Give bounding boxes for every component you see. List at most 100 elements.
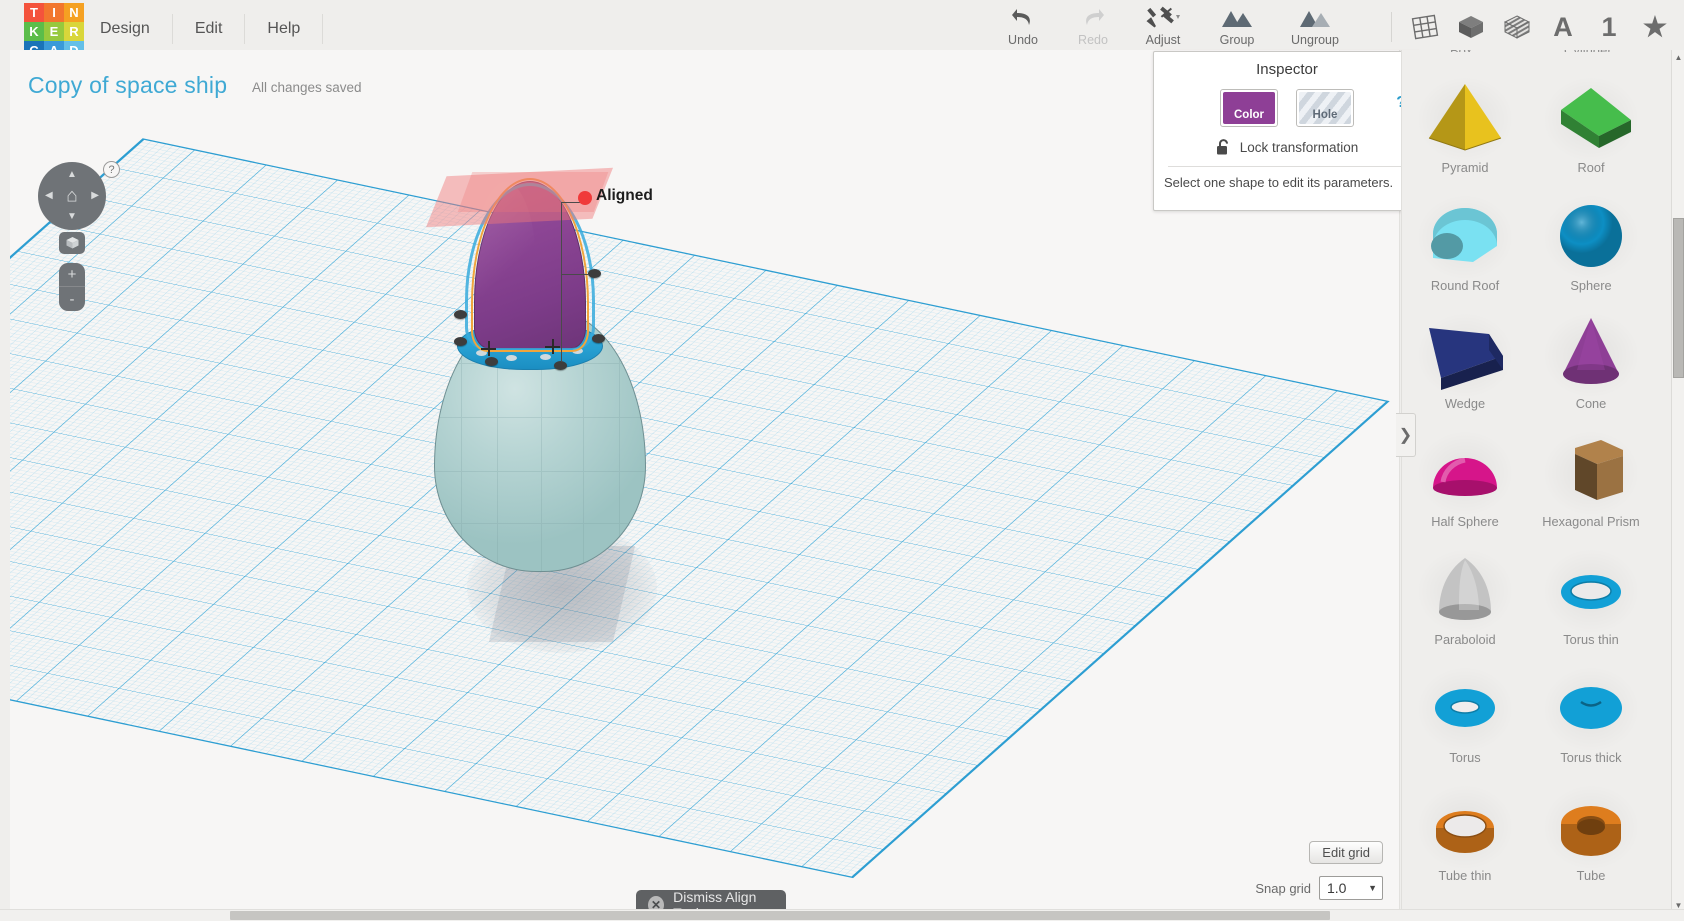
star-icon[interactable]: ★ bbox=[1636, 7, 1674, 47]
inspector-panel: Inspector ? Color Hole Lock transformati… bbox=[1153, 51, 1421, 211]
align-handle[interactable] bbox=[588, 269, 601, 278]
number-one-icon[interactable]: 1 bbox=[1590, 7, 1628, 47]
ungroup-button[interactable]: Ungroup bbox=[1276, 0, 1354, 52]
chevron-down-icon: ▼ bbox=[1368, 883, 1377, 893]
align-handle[interactable] bbox=[454, 337, 467, 346]
nav-arrow-right-icon[interactable]: ▶ bbox=[91, 191, 99, 201]
group-mountains-icon bbox=[1220, 6, 1254, 30]
inspector-title: Inspector bbox=[1256, 61, 1318, 78]
shape-label: Roof bbox=[1577, 160, 1605, 175]
group-label: Group bbox=[1219, 33, 1255, 47]
shape-item-torus[interactable]: Torus bbox=[1402, 654, 1528, 772]
menu-item-edit[interactable]: Edit bbox=[173, 14, 246, 44]
shape-item-tube-thin[interactable]: Tube thin bbox=[1402, 772, 1528, 890]
shape-item-round-roof[interactable]: Round Roof bbox=[1402, 182, 1528, 300]
cut-off-labels-row: Box Cylinder bbox=[1402, 50, 1671, 64]
collapse-panel-button[interactable]: ❯ bbox=[1396, 413, 1416, 457]
shape-item-torus-thin[interactable]: Torus thin bbox=[1528, 536, 1654, 654]
cut-label-cylinder: Cylinder bbox=[1564, 50, 1612, 52]
scrollbar-thumb[interactable] bbox=[1673, 218, 1684, 378]
view-navigation-pad[interactable]: ⌂ ▲ ▼ ◀ ▶ bbox=[38, 162, 106, 230]
number-one-glyph: 1 bbox=[1601, 11, 1617, 42]
logo-tile-i: I bbox=[44, 3, 64, 22]
hole-label: Hole bbox=[1312, 109, 1338, 121]
logo-tile-e: E bbox=[44, 22, 64, 41]
shape-item-torus-thick[interactable]: Torus thick bbox=[1528, 654, 1654, 772]
aligned-marker-label: Aligned bbox=[596, 187, 653, 204]
nav-arrow-left-icon[interactable]: ◀ bbox=[45, 191, 53, 201]
align-handle[interactable] bbox=[554, 361, 567, 370]
shapes-panel-scrollbar[interactable]: ▲ ▼ bbox=[1671, 50, 1684, 912]
redo-label: Redo bbox=[1078, 33, 1108, 47]
shapes-grid: Pyramid Roof Round Roof Sphere Wedge Cone Half… bbox=[1402, 64, 1654, 890]
wedge-icon bbox=[1413, 312, 1517, 396]
sphere-icon bbox=[1539, 194, 1643, 278]
shape-label: Pyramid bbox=[1441, 160, 1489, 175]
redo-button[interactable]: Redo bbox=[1058, 0, 1128, 52]
undo-label: Undo bbox=[1008, 33, 1038, 47]
color-swatch-button[interactable]: Color bbox=[1220, 89, 1278, 127]
snap-grid-control: Snap grid 1.0 ▼ bbox=[1255, 876, 1383, 900]
shape-label: Paraboloid bbox=[1434, 632, 1496, 647]
torusthin-icon bbox=[1539, 548, 1643, 632]
solid-cube-icon[interactable] bbox=[1452, 7, 1490, 47]
menu-item-design[interactable]: Design bbox=[96, 14, 173, 44]
fit-to-view-button[interactable] bbox=[59, 232, 85, 254]
inspector-chips: Color Hole bbox=[1154, 89, 1420, 127]
shape-label: Torus thin bbox=[1563, 632, 1619, 647]
snap-grid-select[interactable]: 1.0 ▼ bbox=[1319, 876, 1383, 900]
home-view-icon[interactable]: ⌂ bbox=[66, 187, 77, 206]
page-title[interactable]: Copy of space ship bbox=[28, 72, 227, 99]
view-toolbar: A 1 ★ bbox=[1385, 2, 1674, 52]
text-a-glyph: A bbox=[1553, 11, 1573, 42]
cut-label-box: Box bbox=[1450, 50, 1472, 52]
toolbar-divider bbox=[1391, 12, 1392, 42]
hole-swatch-button[interactable]: Hole bbox=[1296, 89, 1354, 127]
zoom-in-button[interactable]: + bbox=[59, 263, 85, 287]
nav-arrow-down-icon[interactable]: ▼ bbox=[67, 212, 77, 222]
workplane-grid-icon[interactable] bbox=[1406, 7, 1444, 47]
group-button[interactable]: Group bbox=[1198, 0, 1276, 52]
logo-tile-t: T bbox=[24, 3, 44, 22]
adjust-button[interactable]: Adjust bbox=[1128, 0, 1198, 52]
logo-tile-r: R bbox=[64, 22, 84, 41]
page-horizontal-scrollbar[interactable] bbox=[0, 909, 1684, 921]
shape-label: Torus thick bbox=[1560, 750, 1622, 765]
roundroof-icon bbox=[1413, 194, 1517, 278]
shape-item-sphere[interactable]: Sphere bbox=[1528, 182, 1654, 300]
aligned-marker-dot[interactable] bbox=[578, 191, 592, 205]
snap-grid-value: 1.0 bbox=[1327, 880, 1347, 896]
undo-arrow-icon bbox=[1010, 6, 1036, 30]
lock-transformation-row[interactable]: Lock transformation bbox=[1154, 139, 1420, 156]
adjust-tools-icon bbox=[1146, 6, 1180, 30]
nav-help-icon[interactable]: ? bbox=[103, 161, 120, 178]
halfsphere-icon bbox=[1413, 430, 1517, 514]
tubethin-icon bbox=[1413, 784, 1517, 868]
zoom-out-button[interactable]: - bbox=[59, 287, 85, 311]
shape-item-tube[interactable]: Tube bbox=[1528, 772, 1654, 890]
shape-item-wedge[interactable]: Wedge bbox=[1402, 300, 1528, 418]
shape-item-half-sphere[interactable]: Half Sphere bbox=[1402, 418, 1528, 536]
horizontal-scrollbar-thumb[interactable] bbox=[230, 911, 1330, 920]
text-a-icon[interactable]: A bbox=[1544, 7, 1582, 47]
shape-item-cone[interactable]: Cone bbox=[1528, 300, 1654, 418]
nav-arrow-up-icon[interactable]: ▲ bbox=[67, 170, 77, 180]
edit-grid-button[interactable]: Edit grid bbox=[1309, 841, 1383, 864]
align-handle[interactable] bbox=[592, 334, 605, 343]
menu-item-help[interactable]: Help bbox=[245, 14, 324, 44]
scroll-up-icon[interactable]: ▲ bbox=[1672, 50, 1684, 64]
paraboloid-icon bbox=[1413, 548, 1517, 632]
undo-button[interactable]: Undo bbox=[988, 0, 1058, 52]
striped-cube-icon[interactable] bbox=[1498, 7, 1536, 47]
align-handle[interactable] bbox=[485, 357, 498, 366]
open-padlock-icon bbox=[1216, 139, 1231, 156]
shape-item-paraboloid[interactable]: Paraboloid bbox=[1402, 536, 1528, 654]
shape-label: Wedge bbox=[1444, 396, 1486, 411]
shape-item-hexagonal-prism[interactable]: Hexagonal Prism bbox=[1528, 418, 1654, 536]
align-handle[interactable] bbox=[454, 310, 467, 319]
shape-item-roof[interactable]: Roof bbox=[1528, 64, 1654, 182]
star-glyph: ★ bbox=[1642, 11, 1668, 42]
shape-label: Tube thin bbox=[1438, 868, 1492, 883]
shape-item-pyramid[interactable]: Pyramid bbox=[1402, 64, 1528, 182]
shape-label: Cone bbox=[1575, 396, 1607, 411]
